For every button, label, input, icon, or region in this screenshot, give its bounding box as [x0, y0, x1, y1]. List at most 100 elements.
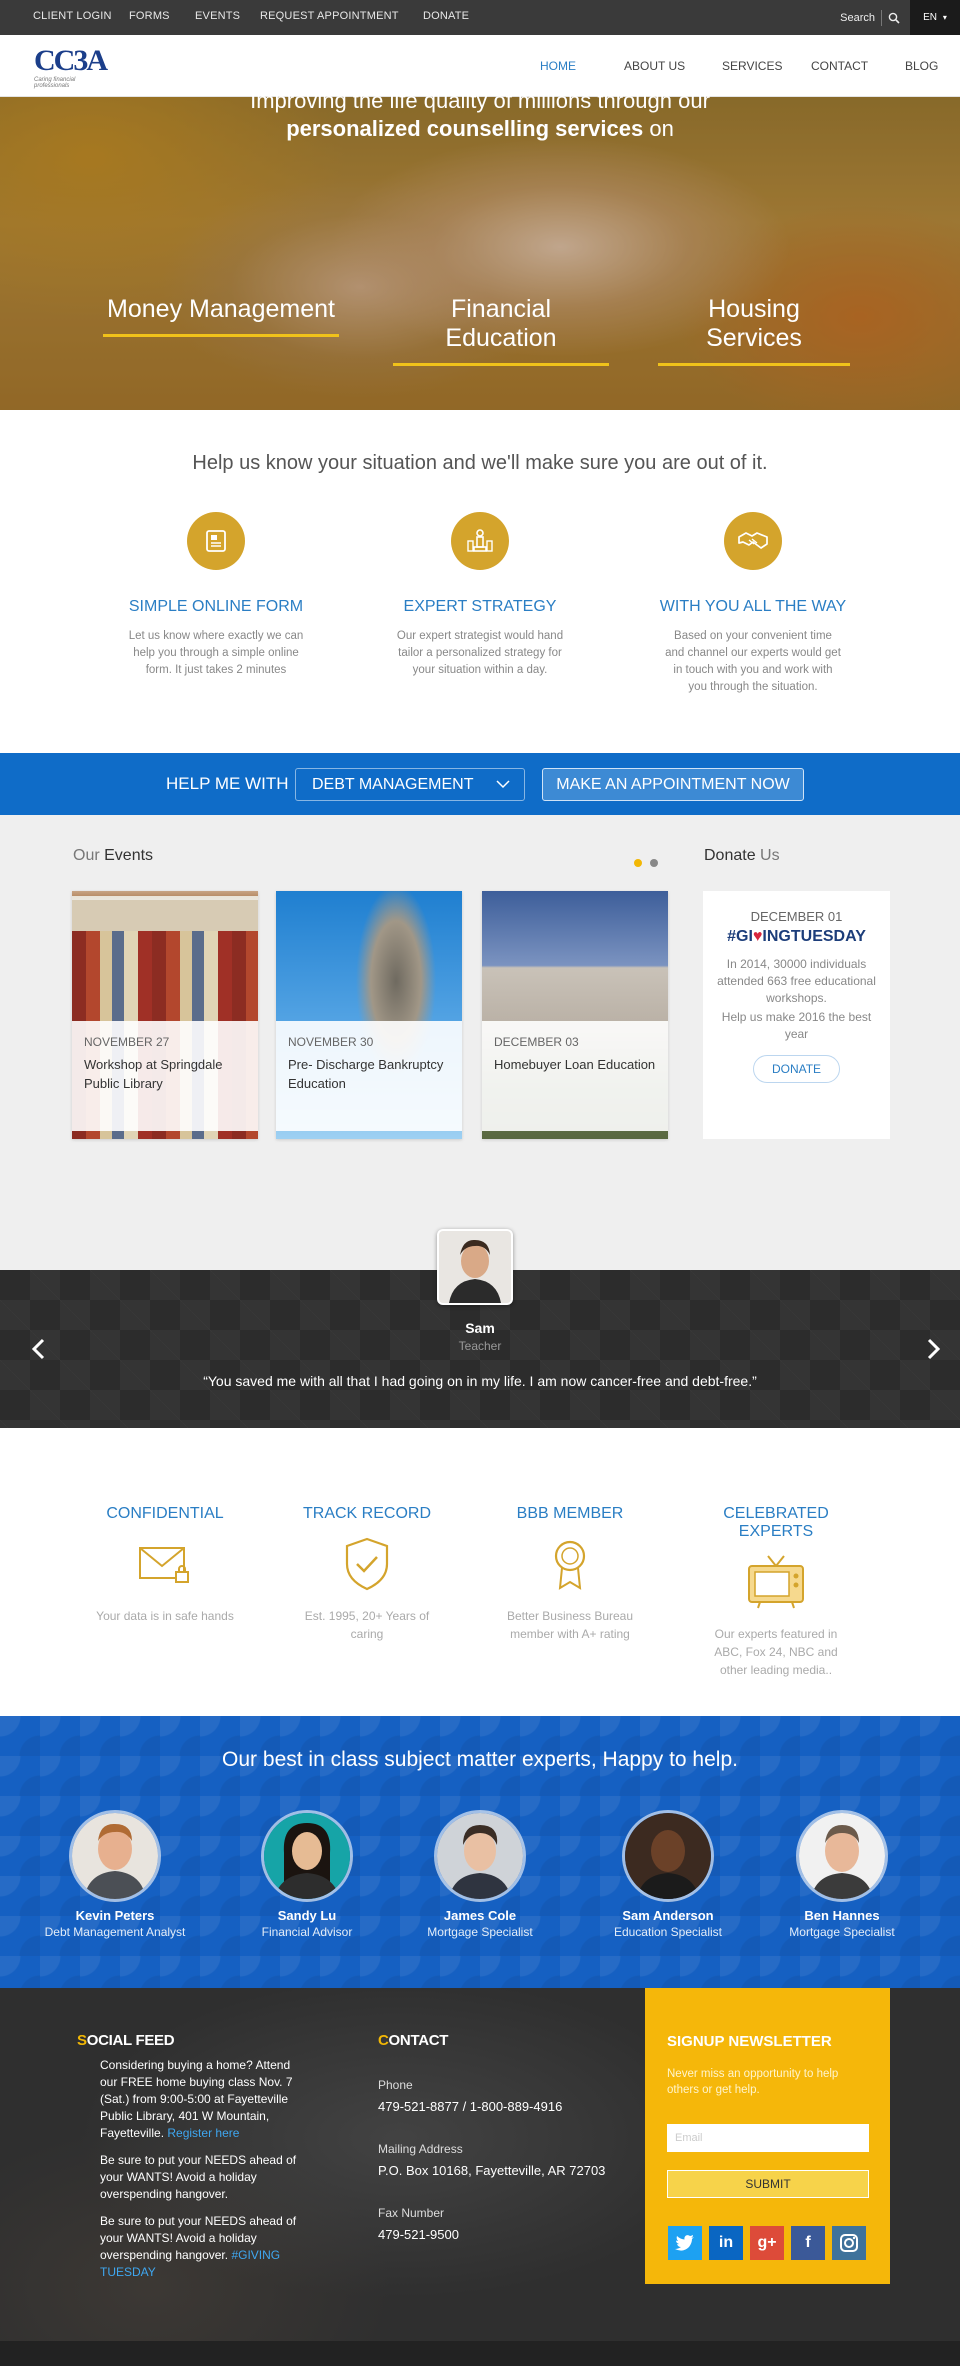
step-expert-strategy: EXPERT STRATEGY Our expert strategist wo… [370, 512, 590, 679]
expert-role: Financial Advisor [261, 1925, 353, 1939]
events-heading: Our Events [73, 847, 154, 864]
make-appointment-button[interactable]: MAKE AN APPOINTMENT NOW [542, 768, 804, 801]
footer-bottom-bar [0, 2341, 960, 2366]
twitter-icon[interactable] [668, 2226, 702, 2260]
register-link[interactable]: Register here [167, 2126, 239, 2140]
chevron-down-icon: ▾ [942, 13, 947, 22]
testimonial-quote: “You saved me with all that I had going … [203, 1373, 757, 1389]
help-topic-value: DEBT MANAGEMENT [312, 776, 474, 793]
email-field[interactable] [667, 2124, 869, 2152]
expert-card[interactable]: Kevin Peters Debt Management Analyst [25, 1810, 205, 1939]
service-financial-education[interactable]: Financial Education [393, 295, 609, 366]
forms-link[interactable]: FORMS [129, 0, 170, 35]
avatar [622, 1810, 714, 1902]
service-housing-services[interactable]: Housing Services [658, 295, 850, 366]
event-title: Homebuyer Loan Education [494, 1057, 656, 1072]
googleplus-icon[interactable]: g+ [750, 2226, 784, 2260]
avatar [261, 1810, 353, 1902]
fax-value: 479-521-9500 [378, 2227, 459, 2242]
expert-role: Education Specialist [613, 1925, 723, 1939]
expert-role: Debt Management Analyst [44, 1925, 186, 1939]
search-icon[interactable] [888, 12, 900, 24]
prev-arrow-icon[interactable] [27, 1337, 51, 1361]
language-label: EN [923, 12, 938, 23]
tv-icon [686, 1547, 866, 1617]
event-date: DECEMBER 03 [494, 1035, 579, 1049]
handshake-icon [724, 512, 782, 570]
help-label: HELP ME WITH [166, 774, 289, 793]
event-caption: DECEMBER 03 Homebuyer Loan Education [482, 1021, 668, 1131]
form-icon [187, 512, 245, 570]
step-online-form: SIMPLE ONLINE FORM Let us know where exa… [106, 512, 326, 679]
feature-desc: Better Business Bureau member with A+ ra… [506, 1609, 634, 1641]
feature-desc: Est. 1995, 20+ Years of caring [304, 1609, 430, 1641]
feature-title: CONFIDENTIAL [106, 1505, 224, 1522]
chevron-down-icon [496, 769, 510, 800]
donate-card: DECEMBER 01 #GI♥INGTUESDAY In 2014, 3000… [703, 891, 890, 1139]
search-area[interactable]: Search [840, 0, 900, 35]
feature-desc: Our experts featured in ABC, Fox 24, NBC… [714, 1627, 838, 1677]
giving-tuesday-logo: #GI♥INGTUESDAY [727, 928, 866, 945]
newsletter-title: SIGNUP NEWSLETTER [667, 2033, 832, 2050]
step-desc: Our expert strategist would hand tailor … [396, 630, 564, 676]
testimonial-role: Teacher [458, 1339, 502, 1353]
social-post: Considering buying a home? Attend our FR… [100, 2058, 293, 2140]
request-appointment-link[interactable]: REQUEST APPOINTMENT [260, 0, 399, 35]
feature-title: CELEBRATED EXPERTS [723, 1505, 829, 1540]
event-caption: NOVEMBER 27 Workshop at Springdale Publi… [72, 1021, 258, 1131]
feature-title: BBB MEMBER [516, 1505, 624, 1522]
feature-bbb-member: BBB MEMBER Better Business Bureau member… [480, 1505, 660, 1643]
feature-desc: Your data is in safe hands [96, 1609, 234, 1623]
event-card[interactable]: NOVEMBER 30 Pre- Discharge Bankruptcy Ed… [276, 891, 462, 1139]
expert-role: Mortgage Specialist [789, 1925, 895, 1939]
event-title: Pre- Discharge Bankruptcy Education [288, 1057, 444, 1091]
carousel-dot-active[interactable] [634, 859, 642, 867]
expert-name: Kevin Peters [75, 1908, 155, 1923]
expert-card[interactable]: Sandy Lu Financial Advisor [217, 1810, 397, 1939]
envelope-lock-icon [75, 1529, 255, 1599]
instagram-icon[interactable] [832, 2226, 866, 2260]
feature-title: TRACK RECORD [302, 1505, 431, 1522]
event-date: NOVEMBER 30 [288, 1035, 374, 1049]
hero-headline: Improving the life quality of millions t… [250, 88, 710, 113]
logo[interactable]: CC3A Caring financial professionals [34, 46, 110, 90]
next-arrow-icon[interactable] [921, 1337, 945, 1361]
social-post: Be sure to put your NEEDS ahead of your … [100, 2153, 297, 2201]
experts-title: Our best in class subject matter experts… [222, 1748, 738, 1771]
social-icons: in g+ f [668, 2226, 873, 2260]
chess-icon [451, 512, 509, 570]
linkedin-icon[interactable]: in [709, 2226, 743, 2260]
contact-heading: CONTACT [378, 2032, 449, 2049]
social-feed: Considering buying a home? Attend our FR… [100, 2057, 308, 2291]
award-icon [480, 1529, 660, 1599]
event-card[interactable]: NOVEMBER 27 Workshop at Springdale Publi… [72, 891, 258, 1139]
submit-button[interactable]: SUBMIT [667, 2170, 869, 2198]
donate-date: DECEMBER 01 [750, 909, 843, 924]
expert-card[interactable]: James Cole Mortgage Specialist [390, 1810, 570, 1939]
social-feed-heading: SOCIAL FEED [77, 2032, 175, 2049]
donate-link[interactable]: DONATE [423, 0, 469, 35]
event-title: Workshop at Springdale Public Library [84, 1057, 223, 1091]
expert-card[interactable]: Sam Anderson Education Specialist [578, 1810, 758, 1939]
events-link[interactable]: EVENTS [195, 0, 240, 35]
service-money-management[interactable]: Money Management [103, 295, 339, 337]
newsletter-text: Never miss an opportunity to help others… [667, 2068, 839, 2096]
social-post: Be sure to put your NEEDS ahead of your … [100, 2214, 297, 2279]
phone-value[interactable]: 479-521-8877 / 1-800-889-4916 [378, 2098, 618, 2116]
facebook-icon[interactable]: f [791, 2226, 825, 2260]
client-login-link[interactable]: CLIENT LOGIN [33, 0, 112, 35]
donate-button[interactable]: DONATE [752, 1055, 841, 1083]
help-topic-select[interactable]: DEBT MANAGEMENT [295, 768, 525, 801]
language-selector[interactable]: EN ▾ [910, 0, 960, 35]
expert-name: James Cole [443, 1908, 517, 1923]
mail-value: P.O. Box 10168, Fayetteville, AR 72703 [378, 2163, 606, 2178]
step-title: SIMPLE ONLINE FORM [128, 598, 304, 615]
avatar [69, 1810, 161, 1902]
carousel-dot[interactable] [650, 859, 658, 867]
shield-check-icon [277, 1529, 457, 1599]
step-desc: Based on your convenient time and channe… [665, 630, 841, 693]
search-label[interactable]: Search [840, 12, 875, 24]
donate-heading: Donate Us [704, 847, 780, 864]
expert-card[interactable]: Ben Hannes Mortgage Specialist [752, 1810, 932, 1939]
event-card[interactable]: DECEMBER 03 Homebuyer Loan Education [482, 891, 668, 1139]
